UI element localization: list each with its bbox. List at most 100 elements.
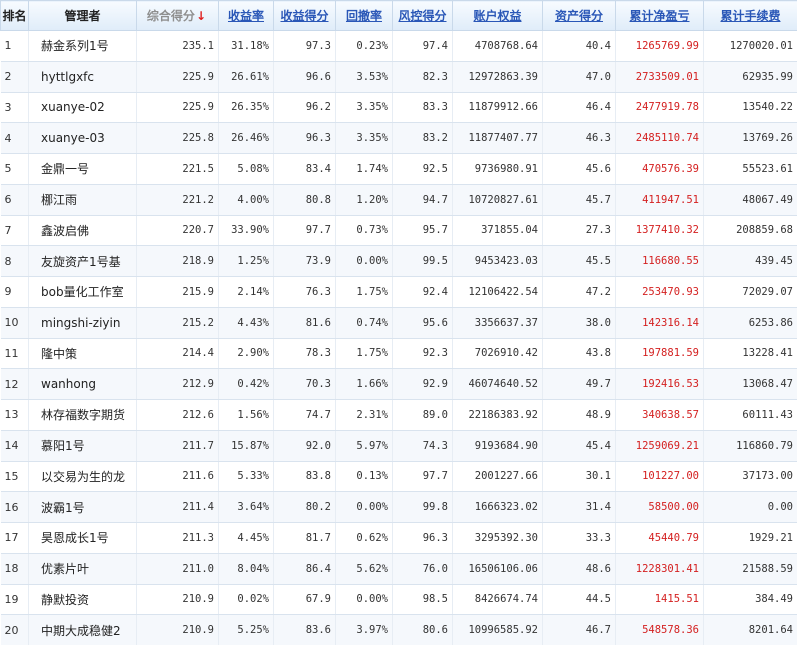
cell-drawdown: 5.62% <box>335 553 393 585</box>
cell-return-score: 76.3 <box>273 276 336 308</box>
cell-composite-score: 221.5 <box>136 153 219 185</box>
cell-asset-score: 40.4 <box>542 30 616 62</box>
cell-return-score: 86.4 <box>273 553 336 585</box>
cell-manager: 波霸1号 <box>28 491 137 523</box>
cell-return-score: 67.9 <box>273 584 336 616</box>
table-row: 5 金鼎一号 221.5 5.08% 83.4 1.74% 92.5 9736980.91 45… <box>0 153 797 185</box>
cell-cumulative-fees: 55523.61 <box>703 153 797 185</box>
cell-cumulative-pnl: 1228301.41 <box>615 553 704 585</box>
sort-desc-arrow-icon: ↓ <box>195 9 206 23</box>
cell-composite-score: 218.9 <box>136 245 219 277</box>
cell-risk-score: 94.7 <box>392 184 453 216</box>
cell-manager: 金鼎一号 <box>28 153 137 185</box>
cell-rank: 17 <box>0 522 29 554</box>
header-account-equity[interactable]: 账户权益 <box>452 0 543 31</box>
cell-asset-score: 46.3 <box>542 122 616 154</box>
cell-rank: 8 <box>0 245 29 277</box>
cell-rank: 14 <box>0 430 29 462</box>
cell-asset-score: 44.5 <box>542 584 616 616</box>
cell-cumulative-fees: 116860.79 <box>703 430 797 462</box>
cell-return-rate: 31.18% <box>218 30 274 62</box>
cell-return-score: 81.7 <box>273 522 336 554</box>
cell-asset-score: 45.7 <box>542 184 616 216</box>
table-row: 17 昊恩成长1号 211.3 4.45% 81.7 0.62% 96.3 3295392.3… <box>0 522 797 554</box>
cell-drawdown: 1.20% <box>335 184 393 216</box>
cell-asset-score: 31.4 <box>542 491 616 523</box>
cell-drawdown: 1.75% <box>335 276 393 308</box>
cell-asset-score: 45.5 <box>542 245 616 277</box>
cell-cumulative-pnl: 411947.51 <box>615 184 704 216</box>
cell-risk-score: 83.2 <box>392 122 453 154</box>
cell-rank: 3 <box>0 92 29 124</box>
cell-return-score: 78.3 <box>273 338 336 370</box>
header-risk-score[interactable]: 风控得分 <box>392 0 453 31</box>
cell-drawdown: 0.13% <box>335 461 393 493</box>
table-row: 20 中期大成稳健2 210.9 5.25% 83.6 3.97% 80.6 10996585… <box>0 614 797 645</box>
cell-return-score: 83.6 <box>273 614 336 645</box>
cell-account-equity: 9453423.03 <box>452 245 543 277</box>
cell-asset-score: 30.1 <box>542 461 616 493</box>
cell-cumulative-pnl: 58500.00 <box>615 491 704 523</box>
cell-risk-score: 95.7 <box>392 215 453 247</box>
cell-return-rate: 4.43% <box>218 307 274 339</box>
cell-asset-score: 33.3 <box>542 522 616 554</box>
cell-asset-score: 46.4 <box>542 92 616 124</box>
header-return-rate[interactable]: 收益率 <box>218 0 274 31</box>
cell-return-score: 74.7 <box>273 399 336 431</box>
cell-cumulative-pnl: 1377410.32 <box>615 215 704 247</box>
cell-cumulative-fees: 6253.86 <box>703 307 797 339</box>
cell-cumulative-fees: 60111.43 <box>703 399 797 431</box>
cell-cumulative-pnl: 1259069.21 <box>615 430 704 462</box>
cell-drawdown: 3.35% <box>335 92 393 124</box>
header-return-score[interactable]: 收益得分 <box>273 0 336 31</box>
cell-drawdown: 5.97% <box>335 430 393 462</box>
cell-composite-score: 212.6 <box>136 399 219 431</box>
cell-account-equity: 16506106.06 <box>452 553 543 585</box>
cell-return-rate: 5.25% <box>218 614 274 645</box>
cell-account-equity: 1666323.02 <box>452 491 543 523</box>
cell-composite-score: 211.4 <box>136 491 219 523</box>
header-cumulative-fees[interactable]: 累计手续费 <box>703 0 797 31</box>
cell-manager: xuanye-03 <box>28 122 137 154</box>
cell-rank: 4 <box>0 122 29 154</box>
ranking-table: 排名 管理者 综合得分↓ 收益率 收益得分 回撤率 风控得分 账户权益 资产得分… <box>0 0 797 645</box>
header-composite-score-label: 综合得分 <box>146 9 195 23</box>
cell-rank: 15 <box>0 461 29 493</box>
cell-drawdown: 3.35% <box>335 122 393 154</box>
cell-return-rate: 5.08% <box>218 153 274 185</box>
cell-cumulative-fees: 13540.22 <box>703 92 797 124</box>
cell-risk-score: 92.3 <box>392 338 453 370</box>
cell-risk-score: 74.3 <box>392 430 453 462</box>
cell-manager: 昊恩成长1号 <box>28 522 137 554</box>
cell-manager: 梛江雨 <box>28 184 137 216</box>
cell-return-rate: 2.14% <box>218 276 274 308</box>
cell-asset-score: 49.7 <box>542 368 616 400</box>
table-row: 18 优素片叶 211.0 8.04% 86.4 5.62% 76.0 16506106.06… <box>0 553 797 585</box>
header-drawdown[interactable]: 回撤率 <box>335 0 393 31</box>
cell-risk-score: 92.9 <box>392 368 453 400</box>
cell-cumulative-pnl: 197881.59 <box>615 338 704 370</box>
cell-return-score: 97.3 <box>273 30 336 62</box>
cell-risk-score: 92.4 <box>392 276 453 308</box>
cell-account-equity: 46074640.52 <box>452 368 543 400</box>
header-asset-score[interactable]: 资产得分 <box>542 0 616 31</box>
cell-account-equity: 11877407.77 <box>452 122 543 154</box>
header-cumulative-pnl[interactable]: 累计净盈亏 <box>615 0 704 31</box>
cell-drawdown: 0.23% <box>335 30 393 62</box>
cell-risk-score: 92.5 <box>392 153 453 185</box>
header-composite-score[interactable]: 综合得分↓ <box>136 0 219 31</box>
cell-manager: 隆中策 <box>28 338 137 370</box>
cell-manager: xuanye-02 <box>28 92 137 124</box>
cell-account-equity: 10720827.61 <box>452 184 543 216</box>
cell-return-score: 73.9 <box>273 245 336 277</box>
cell-risk-score: 89.0 <box>392 399 453 431</box>
cell-rank: 2 <box>0 61 29 93</box>
cell-cumulative-pnl: 142316.14 <box>615 307 704 339</box>
cell-cumulative-fees: 208859.68 <box>703 215 797 247</box>
cell-risk-score: 97.4 <box>392 30 453 62</box>
cell-return-rate: 26.46% <box>218 122 274 154</box>
cell-risk-score: 99.5 <box>392 245 453 277</box>
cell-composite-score: 210.9 <box>136 614 219 645</box>
table-row: 8 友旋资产1号基 218.9 1.25% 73.9 0.00% 99.5 9453423.0… <box>0 245 797 277</box>
cell-account-equity: 4708768.64 <box>452 30 543 62</box>
